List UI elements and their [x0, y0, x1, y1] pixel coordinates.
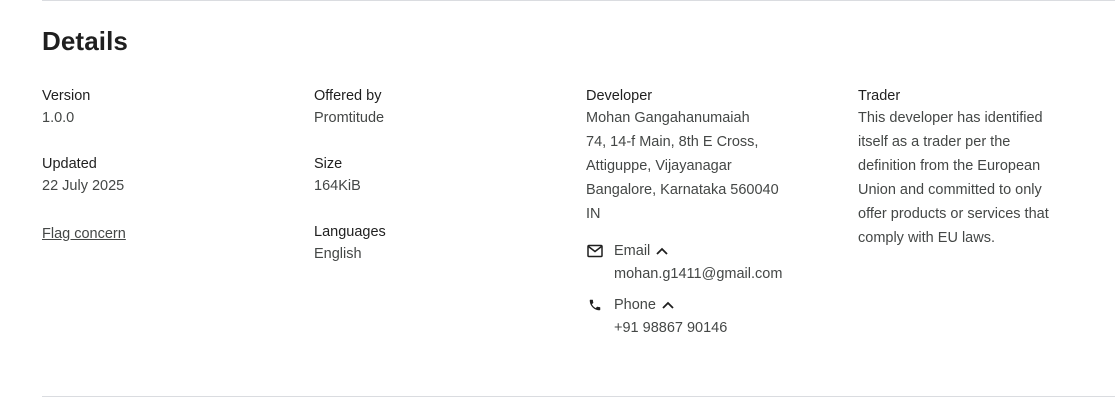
address-line: Bangalore, Karnataka 560040: [586, 182, 779, 198]
updated-value: 22 July 2025: [42, 178, 125, 194]
trader-text-line: itself as a trader per the: [858, 134, 1011, 150]
email-label: Email: [614, 243, 651, 259]
offered-by-value: Promtitude: [314, 110, 385, 126]
flag-concern-link[interactable]: Flag concern: [42, 224, 126, 244]
trader-text-line: comply with EU laws.: [858, 230, 995, 246]
address-line: 74, 14-f Main, 8th E Cross,: [586, 134, 759, 150]
size-block: Size 164KiB: [314, 154, 554, 198]
address-line: Mohan Gangahanumaiah: [586, 110, 750, 126]
developer-contact: Email mohan.g1411@gmail.com Phone +91 98…: [586, 240, 836, 340]
chevron-up-icon: [656, 247, 668, 255]
trader-label: Trader: [858, 88, 901, 104]
developer-address: Mohan Gangahanumaiah 74, 14-f Main, 8th …: [586, 106, 836, 226]
offered-by-label: Offered by: [314, 88, 382, 104]
top-divider: [42, 0, 1115, 1]
section-title: Details: [42, 26, 128, 56]
address-line: IN: [586, 206, 601, 222]
developer-label: Developer: [586, 88, 653, 104]
languages-block: Languages English: [314, 222, 554, 266]
trader-text-line: definition from the European: [858, 158, 1041, 174]
version-block: Version 1.0.0: [42, 86, 282, 130]
mail-icon: [586, 242, 604, 260]
size-value: 164KiB: [314, 178, 361, 194]
chevron-up-icon: [662, 301, 674, 309]
email-toggle[interactable]: Email: [586, 240, 836, 262]
version-label: Version: [42, 88, 91, 104]
flag-concern-block: Flag concern: [42, 222, 282, 246]
details-column-3: Developer Mohan Gangahanumaiah 74, 14-f …: [586, 86, 836, 348]
details-section: Details Version 1.0.0 Updated 22 July 20…: [0, 0, 1115, 405]
languages-value: English: [314, 246, 362, 262]
phone-value[interactable]: +91 98867 90146: [586, 316, 836, 340]
size-label: Size: [314, 156, 343, 172]
languages-label: Languages: [314, 224, 386, 240]
phone-toggle[interactable]: Phone: [586, 294, 836, 316]
trader-text-line: This developer has identified: [858, 110, 1043, 126]
details-column-2: Offered by Promtitude Size 164KiB Langua…: [314, 86, 554, 266]
email-value[interactable]: mohan.g1411@gmail.com: [586, 262, 836, 286]
address-line: Attiguppe, Vijayanagar: [586, 158, 732, 174]
trader-description: This developer has identified itself as …: [858, 106, 1098, 250]
updated-label: Updated: [42, 156, 97, 172]
trader-text-line: offer products or services that: [858, 206, 1049, 222]
bottom-divider: [42, 396, 1115, 397]
details-column-4: Trader This developer has identified its…: [858, 86, 1098, 250]
details-column-1: Version 1.0.0 Updated 22 July 2025 Flag …: [42, 86, 282, 246]
updated-block: Updated 22 July 2025: [42, 154, 282, 198]
offered-by-block: Offered by Promtitude: [314, 86, 554, 130]
version-value: 1.0.0: [42, 110, 75, 126]
phone-label: Phone: [614, 297, 656, 313]
phone-icon: [586, 296, 604, 314]
trader-text-line: Union and committed to only: [858, 182, 1042, 198]
